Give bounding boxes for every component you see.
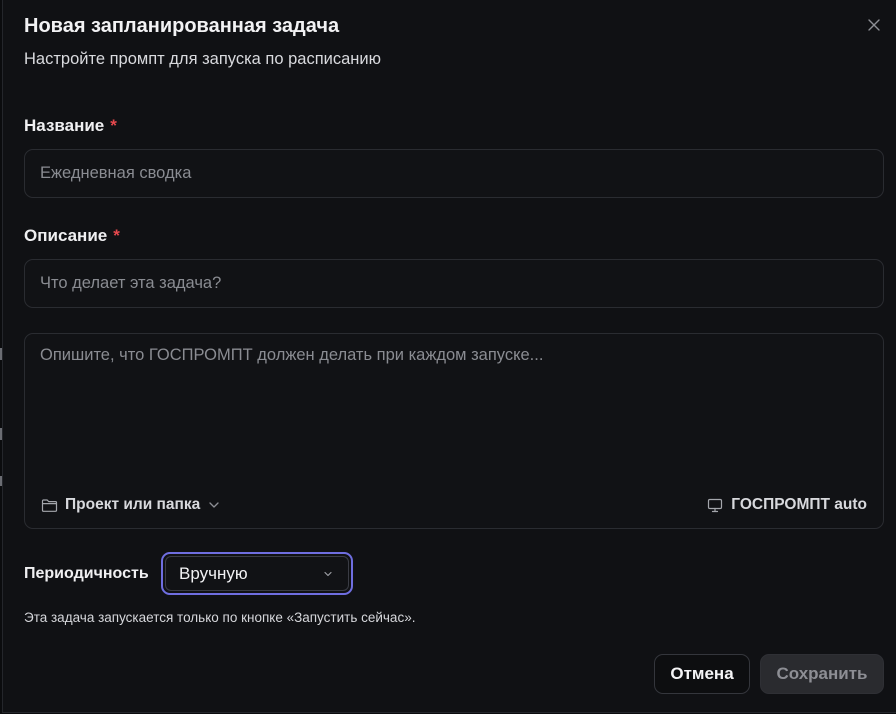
dialog-title: Новая запланированная задача: [24, 15, 340, 37]
prompt-composer: Проект или папка ГОСПРОМПТ auto: [24, 333, 884, 529]
required-mark: *: [113, 226, 120, 245]
project-folder-picker[interactable]: Проект или папка: [41, 494, 221, 516]
scheduled-task-dialog: Новая запланированная задача Настройте п…: [2, 0, 896, 713]
chevron-down-icon: [209, 502, 219, 508]
periodicity-select[interactable]: Вручную: [161, 552, 353, 595]
project-folder-label: Проект или папка: [65, 496, 201, 513]
close-icon: [868, 19, 880, 31]
name-label: Название *: [24, 116, 117, 136]
monitor-icon: [708, 498, 723, 512]
periodicity-hint: Эта задача запускается только по кнопке …: [24, 610, 416, 625]
dialog-subtitle: Настройте промпт для запуска по расписан…: [24, 50, 381, 68]
save-button[interactable]: Сохранить: [760, 654, 884, 694]
close-button[interactable]: [863, 14, 885, 36]
periodicity-label: Периодичность: [24, 565, 149, 582]
description-label: Описание *: [24, 226, 120, 246]
chevron-down-icon: [324, 571, 332, 576]
required-mark: *: [110, 116, 117, 135]
name-input[interactable]: [24, 149, 884, 198]
model-picker[interactable]: ГОСПРОМПТ auto: [707, 494, 867, 516]
name-label-text: Название: [24, 116, 105, 135]
model-label: ГОСПРОМПТ auto: [731, 496, 867, 513]
folder-icon: [41, 498, 58, 512]
description-input[interactable]: [24, 259, 884, 308]
description-label-text: Описание: [24, 226, 108, 245]
prompt-textarea[interactable]: [25, 334, 883, 474]
periodicity-select-field: Вручную: [165, 556, 349, 591]
periodicity-value: Вручную: [179, 563, 248, 583]
cancel-button[interactable]: Отмена: [654, 654, 750, 694]
